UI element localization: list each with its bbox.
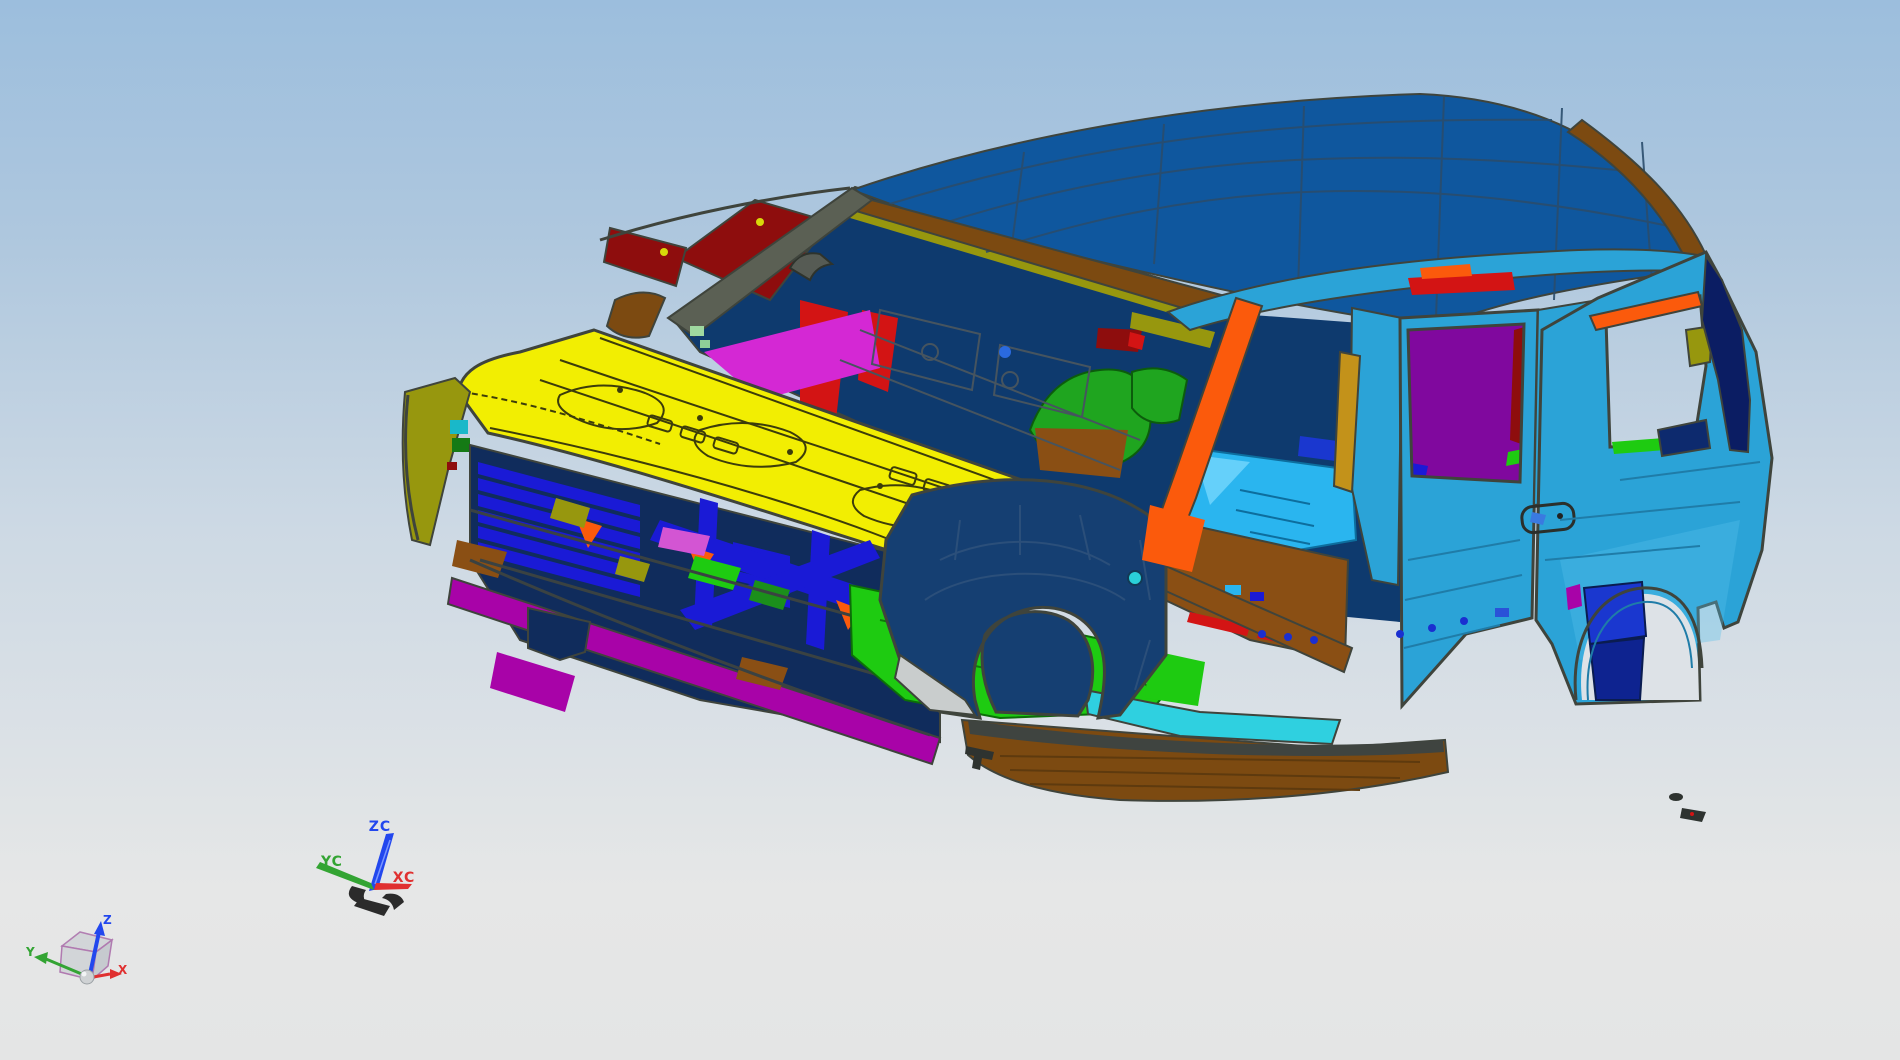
car-body-model [401,92,1774,822]
shock-tower-green-left[interactable] [1131,367,1189,424]
wcs-triad: ZC YC XC [316,819,416,916]
fender-red-dot [447,462,457,470]
dash-blue-glint [999,346,1011,358]
wcs-origin-handles[interactable] [348,886,404,916]
bolt-dot-2 [756,218,764,226]
view-cube-triad: Z Y X [25,913,128,985]
arch-magenta-sliver[interactable] [1566,584,1582,610]
apillar-mint-bit-2 [700,340,710,348]
apillar-mint-bit-1 [690,326,704,336]
apillar-brown-curl[interactable] [605,291,667,339]
wcs-x-label: XC [393,870,416,886]
view-x-label: X [118,963,128,977]
debris-fragment-1[interactable] [1669,793,1683,801]
view-origin-sphere[interactable] [79,969,95,985]
fascia-magenta-block[interactable] [490,652,575,712]
sill-blue-patch [1495,608,1509,617]
cad-viewport[interactable]: ZC YC XC Z Y X [0,0,1900,1060]
floor-blue-bit [1250,592,1264,601]
debris-red-dot [1690,812,1694,816]
wheel-house-blue-box-lower[interactable] [1588,636,1646,701]
apillar-red-inner[interactable] [602,226,688,288]
fender-green-patch[interactable] [452,438,470,452]
wcs-z-label: ZC [369,819,391,835]
view-origin-sphere-highlight [81,971,87,977]
bolt-dot-1 [660,248,668,256]
wcs-z-axis-arrow[interactable] [369,833,394,891]
view-y-label: Y [25,945,35,959]
view-z-label: Z [103,913,112,927]
view-y-arrow-head [34,952,48,964]
fender-cyan-grommet [1127,570,1143,586]
dash-brown-panel[interactable] [1035,428,1128,478]
fender-teal-patch[interactable] [450,420,468,434]
wcs-y-label: YC [320,854,343,870]
model-canvas: ZC YC XC Z Y X [25,92,1774,985]
